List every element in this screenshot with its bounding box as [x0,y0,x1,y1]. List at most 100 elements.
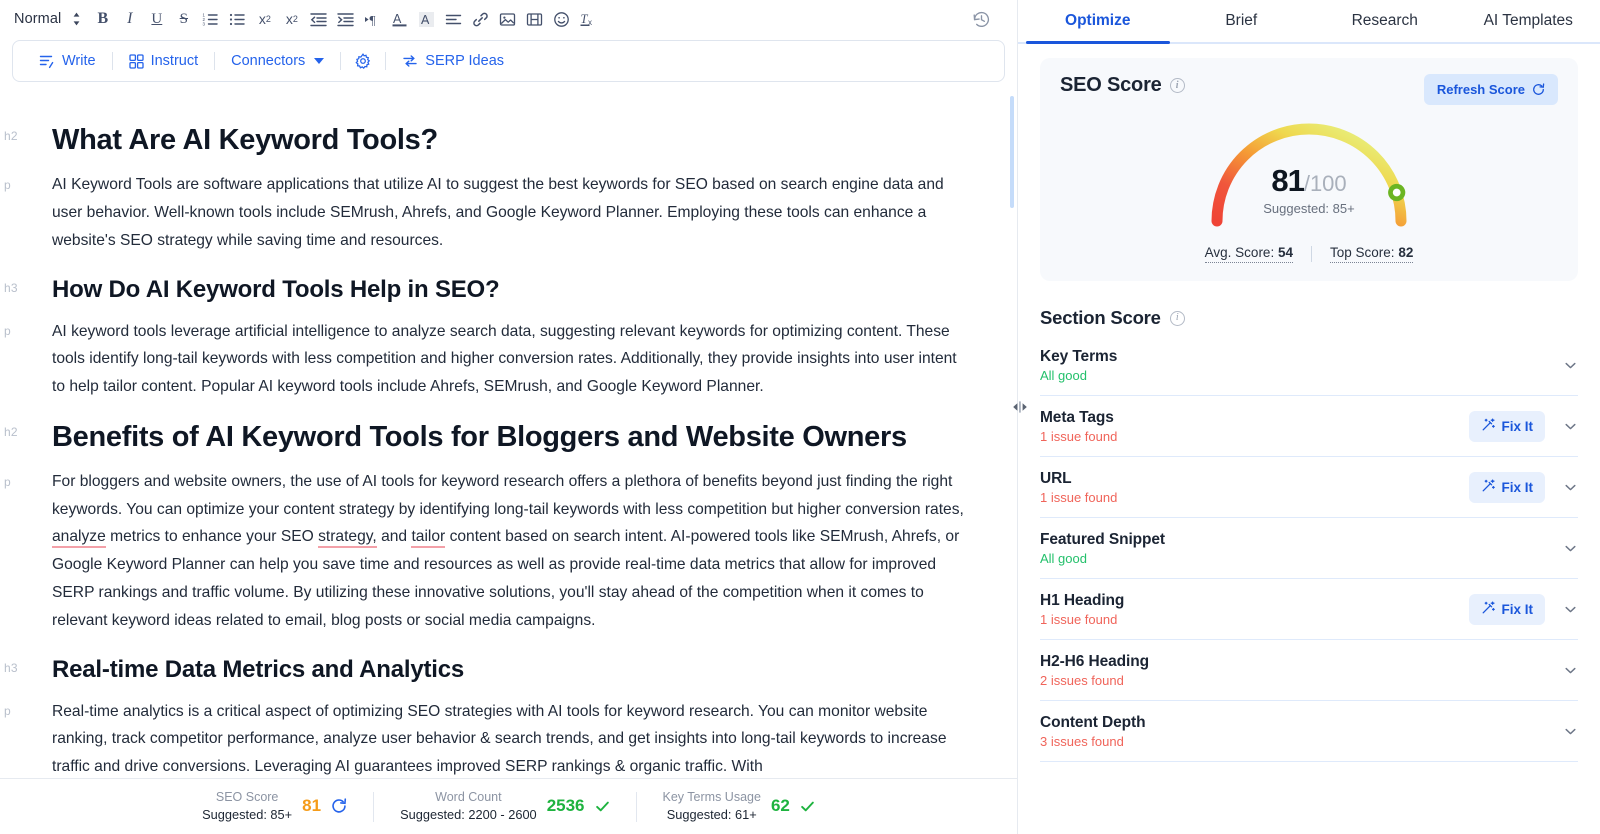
chevron-down-icon[interactable] [1563,663,1578,678]
refresh-icon[interactable] [331,798,347,814]
serp-ideas-button[interactable]: SERP Ideas [390,49,516,73]
section-row-actions: Fix It [1469,472,1578,503]
document-block[interactable]: p Real-time analytics is a critical aspec… [0,698,973,778]
chevron-down-icon[interactable] [1563,480,1578,495]
tab-brief[interactable]: Brief [1170,0,1314,42]
editor-pane: Normal B I U S 1 2 3 [0,0,1018,834]
fix-it-button[interactable]: Fix It [1469,411,1545,442]
info-icon[interactable]: i [1170,311,1185,326]
tab-research[interactable]: Research [1313,0,1457,42]
section-row-status: 3 issues found [1040,734,1145,749]
fix-it-button[interactable]: Fix It [1469,472,1545,503]
text-color-icon[interactable]: A [386,6,413,33]
link-icon[interactable] [467,6,494,33]
video-icon[interactable] [521,6,548,33]
flagged-term[interactable]: tailor [411,528,445,548]
indent-icon[interactable] [332,6,359,33]
editor-scrollbar-thumb[interactable] [1010,96,1014,208]
refresh-score-button[interactable]: Refresh Score [1424,74,1558,105]
document-paragraph[interactable]: AI keyword tools leverage artificial int… [52,318,973,401]
section-score-row[interactable]: URL1 issue found Fix It [1040,457,1578,518]
section-score-row[interactable]: H2-H6 Heading2 issues found [1040,640,1578,701]
write-button[interactable]: Write [27,49,108,73]
instruct-label: Instruct [151,53,199,69]
image-icon[interactable] [494,6,521,33]
history-icon[interactable] [969,7,993,31]
paragraph-style-label[interactable]: Normal [14,11,67,27]
document-block[interactable]: h3Real-time Data Metrics and Analytics [0,654,973,685]
chevron-down-icon[interactable] [1563,541,1578,556]
magic-wand-icon [1481,601,1495,618]
top-score[interactable]: Top Score: 82 [1330,245,1413,263]
italic-icon[interactable]: I [116,6,143,33]
block-type-tag: p [4,475,11,489]
bold-icon[interactable]: B [89,6,116,33]
instruct-button[interactable]: Instruct [117,49,211,73]
underline-icon[interactable]: U [143,6,170,33]
section-row-status: 1 issue found [1040,429,1117,444]
tab-optimize[interactable]: Optimize [1026,0,1170,42]
section-score-row[interactable]: Key TermsAll good [1040,335,1578,396]
outdent-icon[interactable] [305,6,332,33]
strikethrough-icon[interactable]: S [170,6,197,33]
document-heading-h2[interactable]: What Are AI Keyword Tools? [52,122,973,159]
connectors-dropdown[interactable]: Connectors [219,49,336,73]
fix-it-button[interactable]: Fix It [1469,594,1545,625]
tab-ai-templates[interactable]: AI Templates [1457,0,1600,42]
document-block[interactable]: p For bloggers and website owners, the us… [0,468,973,635]
document-block[interactable]: h2Benefits of AI Keyword Tools for Blogg… [0,419,973,456]
subscript-icon[interactable]: x2 [251,6,278,33]
chevron-down-icon[interactable] [1563,602,1578,617]
flagged-term[interactable]: analyze [52,528,106,548]
settings-button[interactable] [345,49,381,73]
flagged-term[interactable]: strategy, [318,528,377,548]
editor-scrollbar[interactable] [1007,82,1017,778]
chevron-down-icon[interactable] [1563,419,1578,434]
ordered-list-icon[interactable]: 1 2 3 [197,6,224,33]
paragraph-style-stepper-icon[interactable] [67,8,85,30]
section-score-header: Section Score i [1040,307,1578,329]
section-row-name: Key Terms [1040,348,1117,366]
emoji-icon[interactable] [548,6,575,33]
chevron-down-icon[interactable] [1563,724,1578,739]
status-metric-value: 2536 [547,796,585,816]
avg-score[interactable]: Avg. Score: 54 [1205,245,1293,263]
document-block[interactable]: pAI Keyword Tools are software applicati… [0,171,973,254]
bullet-list-icon[interactable] [224,6,251,33]
document-paragraph[interactable]: For bloggers and website owners, the use… [52,468,973,635]
panel-tabs: OptimizeBriefResearchAI Templates [1018,0,1600,44]
document-heading-h3[interactable]: How Do AI Keyword Tools Help in SEO? [52,274,973,305]
document-heading-h3[interactable]: Real-time Data Metrics and Analytics [52,654,973,685]
clear-format-icon[interactable]: T x [575,6,602,33]
document-heading-h2[interactable]: Benefits of AI Keyword Tools for Blogger… [52,419,973,456]
status-metric-label: SEO Score [202,789,292,806]
block-type-tag: p [4,704,11,718]
section-score-list: Key TermsAll goodMeta Tags1 issue foundF… [1040,335,1578,762]
section-row-info: Key TermsAll good [1040,348,1117,383]
section-score-row[interactable]: Content Depth3 issues found [1040,701,1578,762]
write-label: Write [62,53,96,69]
document-paragraph[interactable]: AI Keyword Tools are software applicatio… [52,171,973,254]
section-row-info: URL1 issue found [1040,470,1117,505]
document-block[interactable]: h3How Do AI Keyword Tools Help in SEO? [0,274,973,305]
align-icon[interactable] [440,6,467,33]
section-score-row[interactable]: Featured SnippetAll good [1040,518,1578,579]
panel-resize-handle[interactable] [1011,397,1029,417]
status-metric: SEO ScoreSuggested: 85+81 [176,789,373,823]
document-block[interactable]: h2What Are AI Keyword Tools? [0,122,973,159]
document-scroll-area[interactable]: h2What Are AI Keyword Tools?pAI Keyword … [0,82,1017,778]
highlight-color-icon[interactable]: A [413,6,440,33]
superscript-icon[interactable]: x2 [278,6,305,33]
document-paragraph[interactable]: Real-time analytics is a critical aspect… [52,698,973,778]
status-metric-suggested: Suggested: 2200 - 2600 [400,806,537,823]
text-direction-icon[interactable]: ¶ [359,6,386,33]
document-content[interactable]: h2What Are AI Keyword Tools?pAI Keyword … [0,82,1017,778]
info-icon[interactable]: i [1170,78,1185,93]
status-metric-text: SEO ScoreSuggested: 85+ [202,789,292,823]
document-block[interactable]: pAI keyword tools leverage artificial in… [0,318,973,401]
section-score-row[interactable]: H1 Heading1 issue foundFix It [1040,579,1578,640]
section-row-status: 1 issue found [1040,490,1117,505]
chevron-down-icon[interactable] [1563,358,1578,373]
section-score-row[interactable]: Meta Tags1 issue foundFix It [1040,396,1578,457]
avg-score-label: Avg. Score: [1205,245,1275,260]
